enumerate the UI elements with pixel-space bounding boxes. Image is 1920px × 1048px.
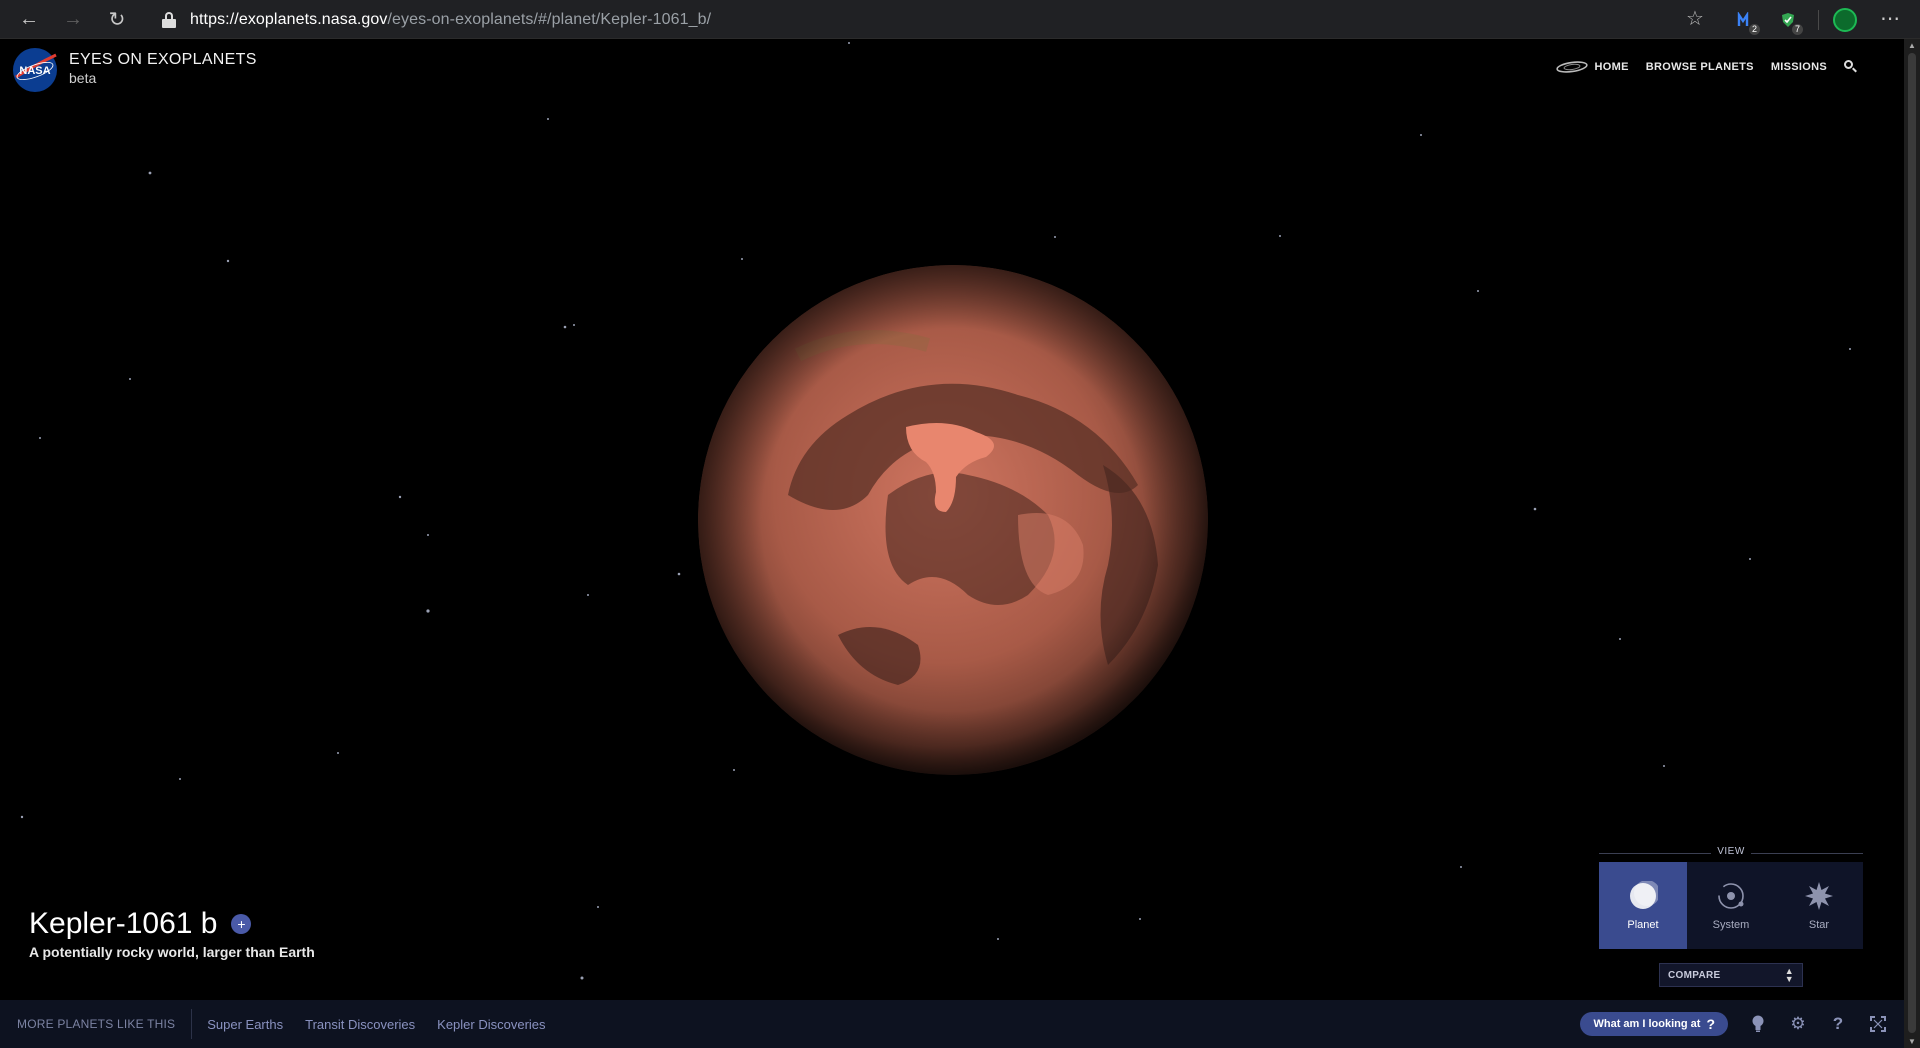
extension-badge: 2 [1748,24,1760,35]
svg-text:NASA: NASA [19,65,50,77]
view-star-label: Star [1808,918,1830,931]
scroll-down-icon[interactable]: ▼ [1908,1037,1916,1046]
nav-browse-planets[interactable]: BROWSE PLANETS [1646,61,1754,73]
bottom-divider [191,1009,193,1039]
nav-missions[interactable]: MISSIONS [1771,61,1827,73]
search-icon[interactable] [1844,60,1858,74]
link-kepler-discoveries[interactable]: Kepler Discoveries [437,1017,545,1032]
browser-toolbar: ← → ↻ https://exoplanets.nasa.gov/eyes-o… [0,0,1920,39]
extension-icon[interactable]: 2 [1734,9,1760,35]
planet-name-text: Kepler-1061 b [29,907,218,940]
star-burst-icon [1805,881,1833,910]
lightbulb-icon[interactable] [1748,1014,1768,1034]
toolbar-divider [1818,10,1819,30]
select-arrows-icon: ▲ ▼ [1784,966,1794,984]
lock-icon [162,11,176,28]
question-icon: ? [1706,1016,1715,1032]
compare-label: COMPARE [1668,969,1721,981]
bookmark-star-icon[interactable]: ☆ [1686,6,1704,31]
top-navigation: HOME BROWSE PLANETS MISSIONS [1555,60,1858,74]
what-am-i-looking-at-button[interactable]: What am I looking at ? [1580,1012,1728,1036]
compare-select[interactable]: COMPARE ▲ ▼ [1659,963,1803,987]
what-am-i-looking-at-label: What am I looking at [1593,1018,1701,1030]
more-planets-label: MORE PLANETS LIKE THIS [17,1017,176,1031]
view-toggle-group: Planet System Star [1599,862,1863,949]
view-star-button[interactable]: Star [1775,862,1863,949]
nav-home-label: HOME [1594,61,1629,73]
extension-badge: 7 [1791,24,1803,35]
link-transit-discoveries[interactable]: Transit Discoveries [305,1017,415,1032]
profile-avatar[interactable] [1833,8,1857,32]
planet-title: Kepler-1061 b + [29,907,252,941]
bottom-bar: MORE PLANETS LIKE THIS Super Earths Tran… [0,1000,1904,1048]
planet-description: A potentially rocky world, larger than E… [29,944,315,960]
bottom-tools: What am I looking at ? ⚙ ? [1580,1012,1888,1036]
planet-icon [1630,880,1658,909]
back-arrow-icon[interactable]: ← [14,4,44,34]
view-planet-label: Planet [1627,918,1659,931]
forward-arrow-icon[interactable]: → [58,4,88,34]
address-bar[interactable]: https://exoplanets.nasa.gov/eyes-on-exop… [150,4,1710,35]
link-super-earths[interactable]: Super Earths [207,1017,283,1032]
refresh-icon[interactable]: ↻ [102,4,132,34]
page-scrollbar[interactable]: ▲ ▼ [1904,39,1920,1048]
nasa-logo[interactable]: NASA [12,47,58,93]
page-viewport: NASA EYES ON EXOPLANETS beta HOME BROWSE… [0,39,1904,1048]
more-menu-icon[interactable]: ⋯ [1880,6,1901,31]
planet-render[interactable] [698,265,1208,775]
nav-home[interactable]: HOME [1555,60,1629,74]
site-subtitle: beta [69,70,97,86]
view-planet-button[interactable]: Planet [1599,862,1687,949]
scrollbar-thumb[interactable] [1908,53,1916,1033]
view-panel: VIEW Planet System Star COMPARE ▲ ▼ [1599,846,1863,987]
system-orbit-icon [1718,882,1744,909]
settings-gear-icon[interactable]: ⚙ [1788,1014,1808,1034]
scroll-up-icon[interactable]: ▲ [1908,41,1916,50]
galaxy-icon [1555,61,1588,73]
fullscreen-icon[interactable] [1868,1014,1888,1034]
view-system-label: System [1712,918,1750,931]
add-planet-button[interactable]: + [231,914,252,934]
help-question-icon[interactable]: ? [1828,1014,1848,1034]
url-text[interactable]: https://exoplanets.nasa.gov/eyes-on-exop… [190,11,711,29]
site-title[interactable]: EYES ON EXOPLANETS [69,51,257,69]
view-heading: VIEW [1599,846,1863,860]
shield-extension-icon[interactable]: 7 [1777,9,1803,35]
view-system-button[interactable]: System [1687,862,1775,949]
